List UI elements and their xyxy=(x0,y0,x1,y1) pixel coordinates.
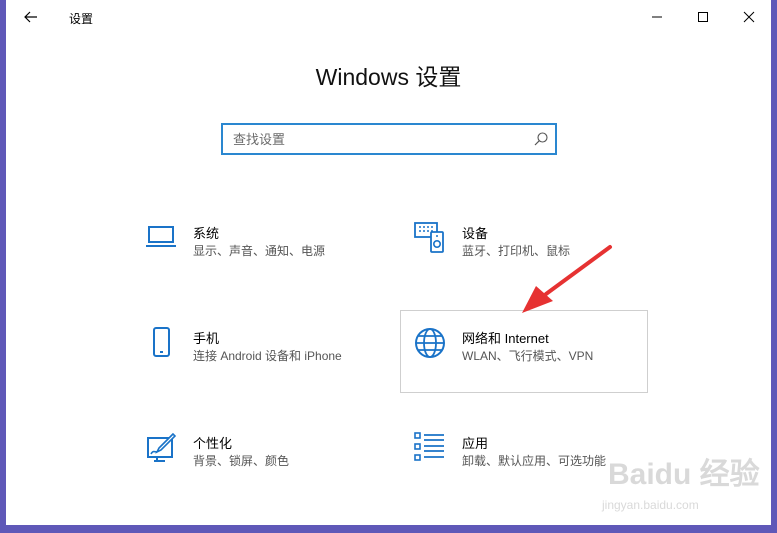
window-title: 设置 xyxy=(69,12,94,26)
baidu-jingyan-watermark: Baidu 经验 jingyan.baidu.com xyxy=(601,457,760,512)
search-box[interactable] xyxy=(221,123,557,155)
title-bar: 设置 xyxy=(6,0,771,33)
globe-icon xyxy=(415,328,445,358)
back-button[interactable] xyxy=(18,6,44,28)
maximize-button[interactable] xyxy=(680,4,726,30)
tile-devices[interactable]: 设备 蓝牙、打印机、鼠标 xyxy=(414,222,664,306)
tile-title: 个性化 xyxy=(193,436,233,451)
tile-description: 蓝牙、打印机、鼠标 xyxy=(462,244,571,258)
back-arrow-icon xyxy=(24,11,37,23)
tile-title: 应用 xyxy=(462,436,489,451)
search-input[interactable] xyxy=(223,125,533,153)
tile-title: 手机 xyxy=(193,331,220,346)
maximize-icon xyxy=(698,12,708,22)
paint-icon xyxy=(147,432,177,462)
close-button[interactable] xyxy=(726,4,771,30)
search-icon xyxy=(534,132,548,146)
tile-description: 卸载、默认应用、可选功能 xyxy=(462,454,607,468)
settings-window: 设置 Windows 设置 系统 显示 xyxy=(6,0,771,525)
minimize-icon xyxy=(652,16,662,18)
tile-description: WLAN、飞行模式、VPN xyxy=(462,349,594,363)
tile-network-internet[interactable]: 网络和 Internet WLAN、飞行模式、VPN xyxy=(414,327,664,411)
tile-phone[interactable]: 手机 连接 Android 设备和 iPhone xyxy=(145,327,395,411)
tile-description: 背景、锁屏、颜色 xyxy=(193,454,290,468)
minimize-button[interactable] xyxy=(634,4,680,30)
tile-title: 系统 xyxy=(193,226,220,241)
tile-description: 连接 Android 设备和 iPhone xyxy=(193,349,342,363)
watermark-url: jingyan.baidu.com xyxy=(601,498,699,512)
watermark-brand: Baidu 经验 xyxy=(608,457,760,491)
tile-title: 设备 xyxy=(462,226,489,241)
page-title: Windows 设置 xyxy=(315,64,462,90)
tile-title: 网络和 Internet xyxy=(462,331,549,346)
tile-personalization[interactable]: 个性化 背景、锁屏、颜色 xyxy=(145,432,395,516)
tile-system[interactable]: 系统 显示、声音、通知、电源 xyxy=(145,222,395,306)
keyboard-device-icon xyxy=(414,222,444,253)
apps-list-icon xyxy=(414,432,444,461)
laptop-icon xyxy=(146,226,176,247)
close-icon xyxy=(743,11,755,23)
tile-description: 显示、声音、通知、电源 xyxy=(193,244,326,258)
phone-icon xyxy=(153,327,170,357)
